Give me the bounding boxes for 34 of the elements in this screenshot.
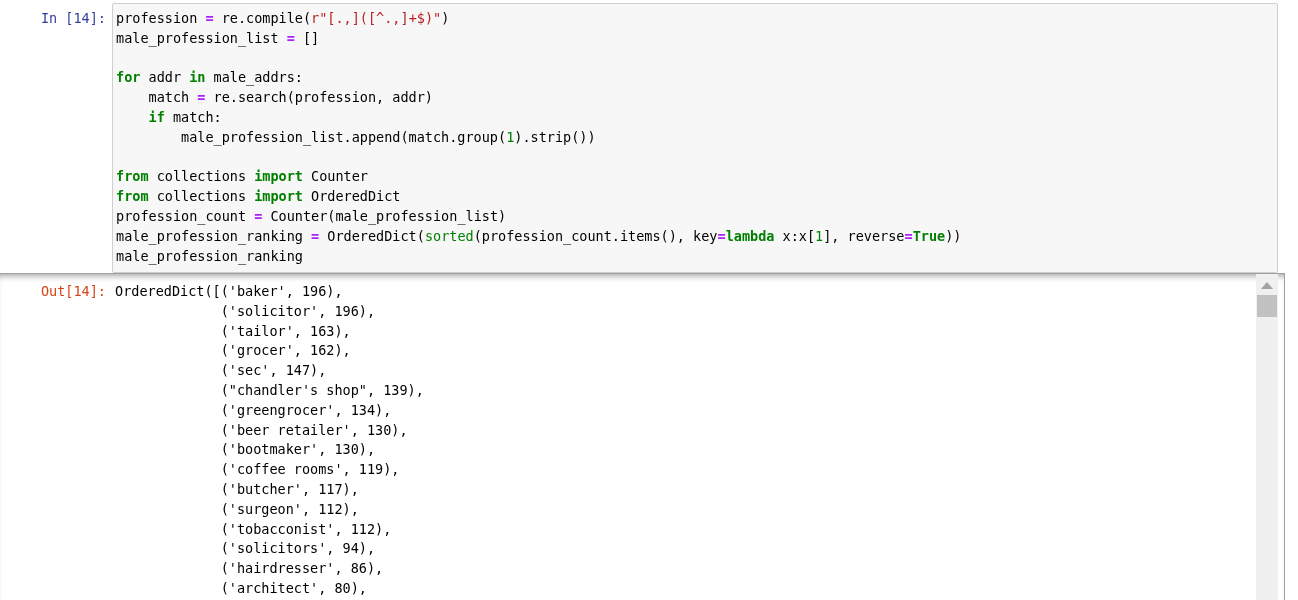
code-line: male_profession_ranking: [116, 246, 303, 267]
code-line: if match:: [147, 108, 222, 127]
output-line: ('beer retailer', 130),: [220, 420, 408, 440]
scroll-up-arrow-icon[interactable]: [1261, 282, 1273, 289]
output-line: ("chandler's shop", 139),: [220, 381, 424, 400]
output-line: ('surgeon', 112),: [220, 499, 359, 519]
output-line: ('tobacconist', 112),: [220, 519, 392, 539]
output-line: ('solicitor', 196),: [220, 301, 376, 321]
scrollbar[interactable]: [1256, 274, 1278, 600]
code-line: profession_count = Counter(male_profession_list): [116, 206, 507, 227]
output-line: ('sec', 147),: [220, 361, 327, 381]
output-line: ('baker', 196),: [220, 282, 343, 301]
code-editor[interactable]: [112, 3, 1278, 273]
output-line: ('solicitors', 94),: [220, 539, 376, 559]
output-line: ('bootmaker', 130),: [220, 440, 376, 460]
code-line: male_profession_list = []: [116, 28, 320, 49]
output-line: ('grocer', 162),: [220, 341, 351, 361]
output-line: ('coffee rooms', 119),: [220, 460, 400, 480]
code-line: match = re.search(profession, addr): [147, 88, 433, 108]
output-line: ('architect', 80),: [220, 578, 367, 598]
output-line: ('greengrocer', 134),: [220, 400, 392, 420]
input-prompt: In [14]:: [40, 9, 106, 28]
code-line: for addr in male_addrs:: [116, 68, 303, 88]
output-line: ('hairdresser', 86),: [220, 559, 384, 579]
scrollbar-thumb[interactable]: [1257, 295, 1277, 317]
output-line: ('tailor', 163),: [220, 321, 351, 341]
code-line: male_profession_list.append(match.group(1).strip()): [180, 127, 596, 148]
code-line: from collections import Counter: [116, 167, 368, 187]
code-line: profession = re.compile(r"[.,]([^.,]+$)"): [116, 9, 450, 28]
code-line: male_profession_ranking = OrderedDict(sorted(profession_count.items(), key=lambda x:x[1], reverse=True)): [116, 226, 962, 247]
output-prompt: Out[14]:: [40, 282, 106, 301]
code-line: from collections import OrderedDict: [116, 187, 401, 207]
output-line: ('butcher', 117),: [220, 479, 359, 499]
output-text: OrderedDict([: [115, 282, 221, 301]
